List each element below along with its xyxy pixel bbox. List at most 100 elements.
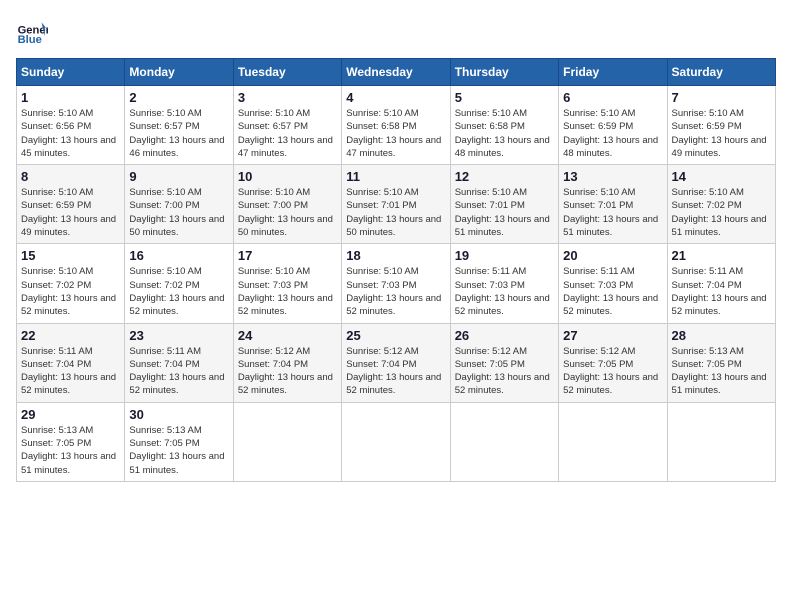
logo: General Blue [16, 16, 48, 48]
day-number: 21 [672, 248, 771, 263]
day-info: Sunrise: 5:12 AM Sunset: 7:05 PM Dayligh… [455, 345, 554, 398]
calendar-cell [667, 402, 775, 481]
calendar-cell: 18 Sunrise: 5:10 AM Sunset: 7:03 PM Dayl… [342, 244, 450, 323]
day-number: 15 [21, 248, 120, 263]
day-info: Sunrise: 5:10 AM Sunset: 7:02 PM Dayligh… [21, 265, 120, 318]
calendar-cell [233, 402, 341, 481]
day-number: 9 [129, 169, 228, 184]
day-info: Sunrise: 5:10 AM Sunset: 7:01 PM Dayligh… [346, 186, 445, 239]
day-info: Sunrise: 5:10 AM Sunset: 6:59 PM Dayligh… [672, 107, 771, 160]
column-header-saturday: Saturday [667, 59, 775, 86]
column-header-wednesday: Wednesday [342, 59, 450, 86]
calendar-cell: 16 Sunrise: 5:10 AM Sunset: 7:02 PM Dayl… [125, 244, 233, 323]
calendar-cell: 25 Sunrise: 5:12 AM Sunset: 7:04 PM Dayl… [342, 323, 450, 402]
calendar-cell: 4 Sunrise: 5:10 AM Sunset: 6:58 PM Dayli… [342, 86, 450, 165]
calendar-cell: 14 Sunrise: 5:10 AM Sunset: 7:02 PM Dayl… [667, 165, 775, 244]
calendar-cell: 17 Sunrise: 5:10 AM Sunset: 7:03 PM Dayl… [233, 244, 341, 323]
day-number: 25 [346, 328, 445, 343]
calendar-cell: 24 Sunrise: 5:12 AM Sunset: 7:04 PM Dayl… [233, 323, 341, 402]
day-number: 12 [455, 169, 554, 184]
day-info: Sunrise: 5:10 AM Sunset: 6:58 PM Dayligh… [455, 107, 554, 160]
day-info: Sunrise: 5:10 AM Sunset: 6:57 PM Dayligh… [238, 107, 337, 160]
day-info: Sunrise: 5:10 AM Sunset: 6:59 PM Dayligh… [563, 107, 662, 160]
day-info: Sunrise: 5:10 AM Sunset: 6:58 PM Dayligh… [346, 107, 445, 160]
calendar-cell: 7 Sunrise: 5:10 AM Sunset: 6:59 PM Dayli… [667, 86, 775, 165]
calendar-cell: 3 Sunrise: 5:10 AM Sunset: 6:57 PM Dayli… [233, 86, 341, 165]
day-number: 1 [21, 90, 120, 105]
calendar-header-row: SundayMondayTuesdayWednesdayThursdayFrid… [17, 59, 776, 86]
day-number: 23 [129, 328, 228, 343]
day-number: 13 [563, 169, 662, 184]
column-header-monday: Monday [125, 59, 233, 86]
day-info: Sunrise: 5:13 AM Sunset: 7:05 PM Dayligh… [21, 424, 120, 477]
day-info: Sunrise: 5:11 AM Sunset: 7:04 PM Dayligh… [21, 345, 120, 398]
day-number: 14 [672, 169, 771, 184]
calendar-cell: 1 Sunrise: 5:10 AM Sunset: 6:56 PM Dayli… [17, 86, 125, 165]
day-number: 3 [238, 90, 337, 105]
day-info: Sunrise: 5:11 AM Sunset: 7:03 PM Dayligh… [563, 265, 662, 318]
day-info: Sunrise: 5:10 AM Sunset: 7:02 PM Dayligh… [672, 186, 771, 239]
calendar-cell: 11 Sunrise: 5:10 AM Sunset: 7:01 PM Dayl… [342, 165, 450, 244]
calendar-cell: 23 Sunrise: 5:11 AM Sunset: 7:04 PM Dayl… [125, 323, 233, 402]
day-info: Sunrise: 5:10 AM Sunset: 6:56 PM Dayligh… [21, 107, 120, 160]
day-number: 18 [346, 248, 445, 263]
day-info: Sunrise: 5:10 AM Sunset: 7:01 PM Dayligh… [455, 186, 554, 239]
calendar-cell: 9 Sunrise: 5:10 AM Sunset: 7:00 PM Dayli… [125, 165, 233, 244]
day-number: 11 [346, 169, 445, 184]
calendar-week-row: 15 Sunrise: 5:10 AM Sunset: 7:02 PM Dayl… [17, 244, 776, 323]
day-number: 17 [238, 248, 337, 263]
day-number: 26 [455, 328, 554, 343]
day-info: Sunrise: 5:10 AM Sunset: 7:03 PM Dayligh… [238, 265, 337, 318]
calendar-cell: 29 Sunrise: 5:13 AM Sunset: 7:05 PM Dayl… [17, 402, 125, 481]
calendar-cell: 20 Sunrise: 5:11 AM Sunset: 7:03 PM Dayl… [559, 244, 667, 323]
day-info: Sunrise: 5:10 AM Sunset: 7:00 PM Dayligh… [238, 186, 337, 239]
calendar-cell: 30 Sunrise: 5:13 AM Sunset: 7:05 PM Dayl… [125, 402, 233, 481]
calendar-table: SundayMondayTuesdayWednesdayThursdayFrid… [16, 58, 776, 482]
column-header-friday: Friday [559, 59, 667, 86]
day-info: Sunrise: 5:12 AM Sunset: 7:05 PM Dayligh… [563, 345, 662, 398]
calendar-cell: 27 Sunrise: 5:12 AM Sunset: 7:05 PM Dayl… [559, 323, 667, 402]
day-info: Sunrise: 5:10 AM Sunset: 7:01 PM Dayligh… [563, 186, 662, 239]
svg-text:Blue: Blue [18, 34, 42, 46]
calendar-cell: 2 Sunrise: 5:10 AM Sunset: 6:57 PM Dayli… [125, 86, 233, 165]
day-number: 24 [238, 328, 337, 343]
calendar-cell: 22 Sunrise: 5:11 AM Sunset: 7:04 PM Dayl… [17, 323, 125, 402]
day-number: 29 [21, 407, 120, 422]
day-info: Sunrise: 5:13 AM Sunset: 7:05 PM Dayligh… [129, 424, 228, 477]
day-info: Sunrise: 5:11 AM Sunset: 7:04 PM Dayligh… [129, 345, 228, 398]
column-header-sunday: Sunday [17, 59, 125, 86]
day-number: 5 [455, 90, 554, 105]
day-number: 20 [563, 248, 662, 263]
day-number: 27 [563, 328, 662, 343]
calendar-cell [559, 402, 667, 481]
day-number: 30 [129, 407, 228, 422]
day-info: Sunrise: 5:10 AM Sunset: 7:02 PM Dayligh… [129, 265, 228, 318]
day-number: 8 [21, 169, 120, 184]
day-info: Sunrise: 5:10 AM Sunset: 7:03 PM Dayligh… [346, 265, 445, 318]
day-number: 22 [21, 328, 120, 343]
calendar-cell: 6 Sunrise: 5:10 AM Sunset: 6:59 PM Dayli… [559, 86, 667, 165]
calendar-week-row: 22 Sunrise: 5:11 AM Sunset: 7:04 PM Dayl… [17, 323, 776, 402]
calendar-cell: 5 Sunrise: 5:10 AM Sunset: 6:58 PM Dayli… [450, 86, 558, 165]
day-info: Sunrise: 5:10 AM Sunset: 6:59 PM Dayligh… [21, 186, 120, 239]
calendar-cell [450, 402, 558, 481]
day-number: 7 [672, 90, 771, 105]
day-info: Sunrise: 5:12 AM Sunset: 7:04 PM Dayligh… [238, 345, 337, 398]
day-number: 4 [346, 90, 445, 105]
day-info: Sunrise: 5:11 AM Sunset: 7:03 PM Dayligh… [455, 265, 554, 318]
day-number: 19 [455, 248, 554, 263]
column-header-tuesday: Tuesday [233, 59, 341, 86]
calendar-cell: 28 Sunrise: 5:13 AM Sunset: 7:05 PM Dayl… [667, 323, 775, 402]
calendar-cell: 21 Sunrise: 5:11 AM Sunset: 7:04 PM Dayl… [667, 244, 775, 323]
day-info: Sunrise: 5:12 AM Sunset: 7:04 PM Dayligh… [346, 345, 445, 398]
calendar-cell: 10 Sunrise: 5:10 AM Sunset: 7:00 PM Dayl… [233, 165, 341, 244]
column-header-thursday: Thursday [450, 59, 558, 86]
calendar-week-row: 1 Sunrise: 5:10 AM Sunset: 6:56 PM Dayli… [17, 86, 776, 165]
day-info: Sunrise: 5:13 AM Sunset: 7:05 PM Dayligh… [672, 345, 771, 398]
day-number: 28 [672, 328, 771, 343]
calendar-week-row: 8 Sunrise: 5:10 AM Sunset: 6:59 PM Dayli… [17, 165, 776, 244]
day-info: Sunrise: 5:10 AM Sunset: 7:00 PM Dayligh… [129, 186, 228, 239]
day-number: 6 [563, 90, 662, 105]
calendar-cell: 12 Sunrise: 5:10 AM Sunset: 7:01 PM Dayl… [450, 165, 558, 244]
logo-icon: General Blue [16, 16, 48, 48]
